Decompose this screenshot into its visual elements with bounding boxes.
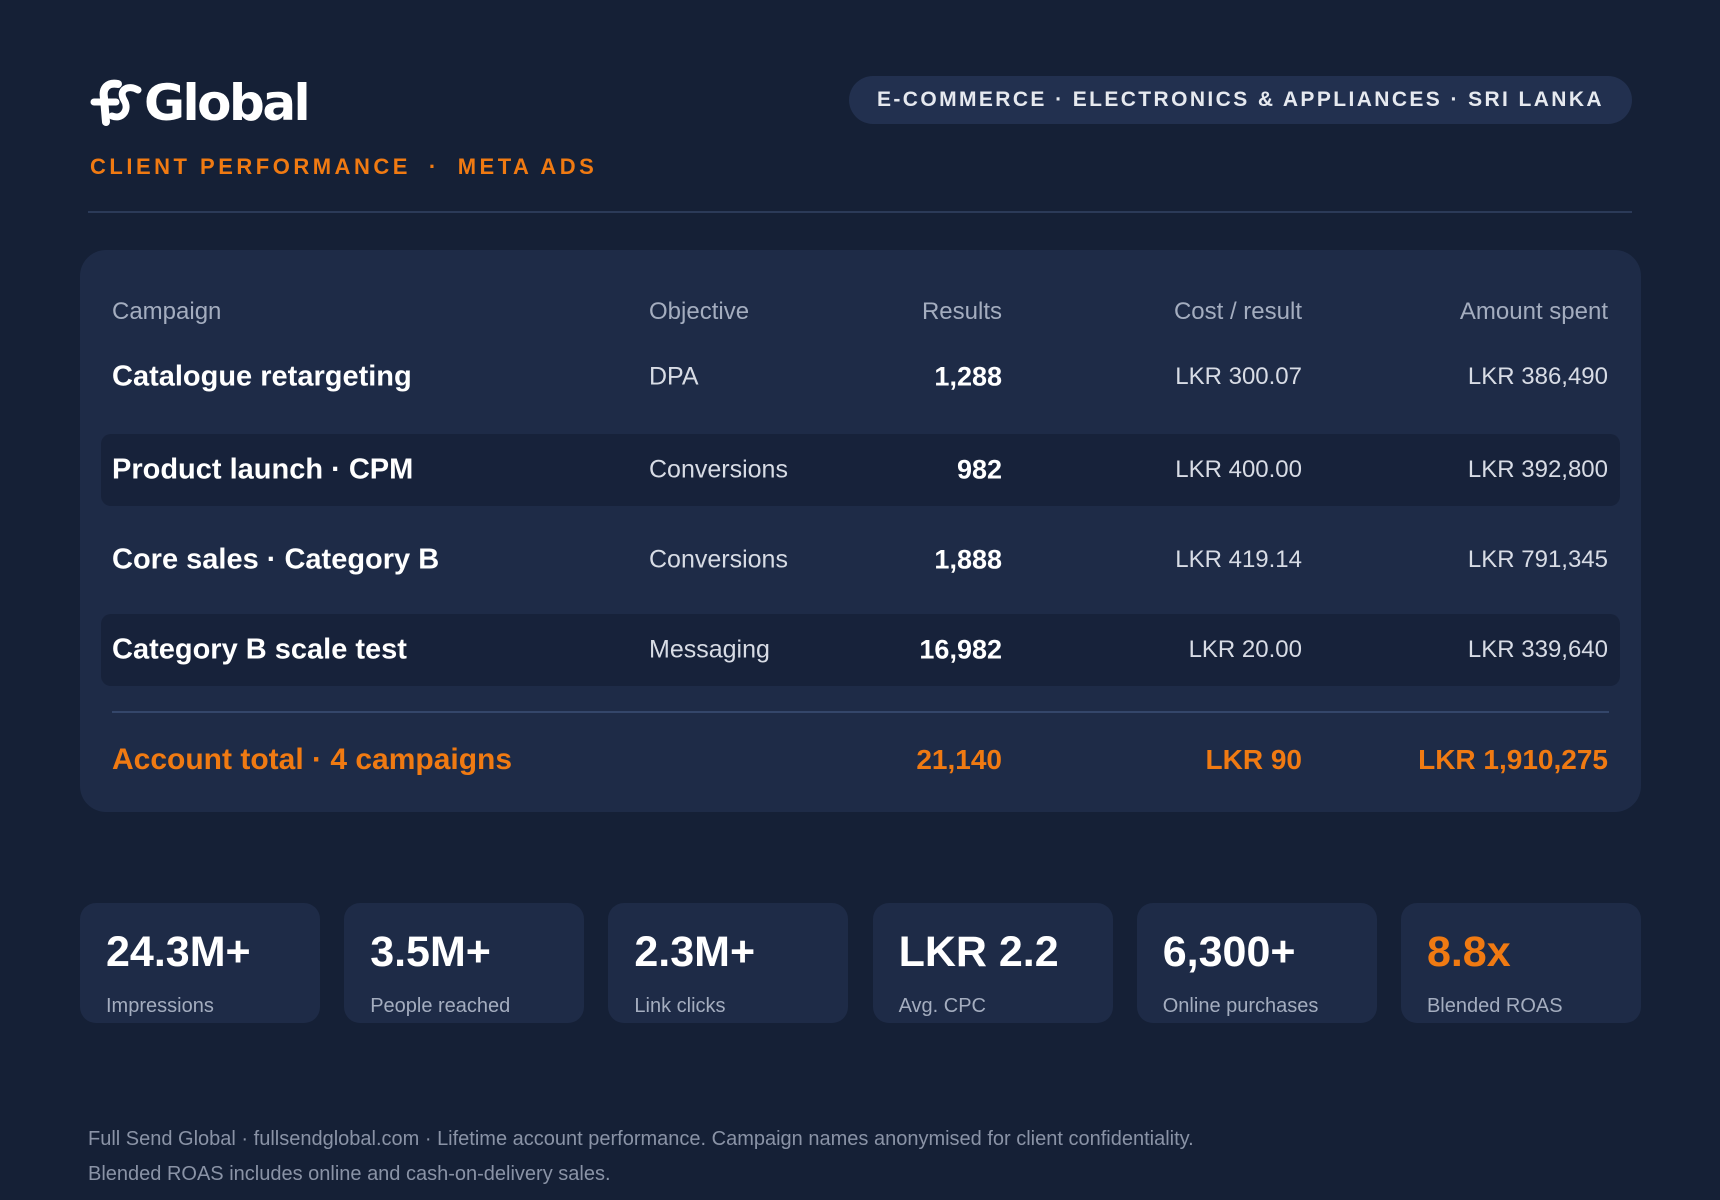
report-header: Global CLIENT PERFORMANCE · META ADS E-COM… [88,70,1632,212]
campaign-results: 1,288 [934,361,1002,392]
header-divider [88,211,1632,213]
campaign-results: 1,888 [934,544,1002,575]
kpi-link-clicks: 2.3M+ Link clicks [608,903,849,1023]
kpi-label: Avg. CPC [898,995,987,1017]
table-row: Catalogue retargeting DPA 1,288 LKR 300.… [101,341,1620,413]
campaign-results: 982 [956,454,1002,485]
report-subtitle: CLIENT PERFORMANCE · META ADS [90,154,597,180]
campaign-results: 16,982 [919,634,1002,665]
campaign-amount-spent: LKR 791,345 [1467,546,1608,573]
campaign-objective: Messaging [649,635,770,664]
total-results: 21,140 [916,744,1002,775]
campaign-name: Product launch · CPM [112,453,414,486]
subtitle-separator: · [428,154,440,179]
footer-line-2: Blended ROAS includes online and cash-on… [88,1163,611,1185]
campaign-amount-spent: LKR 339,640 [1467,636,1608,663]
kpi-value: LKR 2.2 [898,928,1059,976]
header-objective: Objective [649,298,750,325]
total-label: Account total · 4 campaigns [112,743,513,776]
campaign-objective: Conversions [649,455,788,484]
campaign-name: Core sales · Category B [112,543,440,576]
total-amount-spent: LKR 1,910,275 [1418,744,1608,775]
campaign-objective: DPA [649,362,699,391]
campaign-cost-per-result: LKR 20.00 [1188,636,1302,663]
kpi-blended-roas: 8.8x Blended ROAS [1400,903,1641,1023]
footer-notes: Full Send Global · fullsendglobal.com · … [88,1122,1648,1192]
footer-line-1: Full Send Global · fullsendglobal.com · … [88,1128,1194,1150]
campaign-cost-per-result: LKR 300.07 [1175,363,1302,390]
fsg-logo-icon [90,79,142,126]
kpi-impressions: 24.3M+ Impressions [80,903,320,1023]
kpi-people-reached: 3.5M+ People reached [344,903,585,1023]
campaign-name: Category B scale test [112,633,407,666]
table-row: Category B scale test Messaging 16,982 L… [101,614,1620,686]
industry-badge: E-COMMERCE · ELECTRONICS & APPLIANCES · … [849,76,1632,124]
kpi-online-purchases: 6,300+ Online purchases [1136,903,1377,1023]
header-results: Results [921,298,1002,325]
kpi-value: 24.3M+ [106,928,251,976]
subtitle-performance: CLIENT PERFORMANCE [90,154,411,179]
campaign-cost-per-result: LKR 419.14 [1175,546,1302,573]
kpi-label: Link clicks [634,995,726,1017]
header-amount-spent: Amount spent [1459,298,1608,325]
campaign-objective: Conversions [649,545,788,574]
total-cost-per-result: LKR 90 [1205,744,1302,775]
kpi-value: 6,300+ [1162,928,1296,976]
kpi-label: Impressions [106,995,214,1017]
kpi-value: 2.3M+ [634,928,756,976]
kpi-label: Online purchases [1162,995,1319,1017]
kpi-value: 8.8x [1426,928,1511,976]
kpi-label: Blended ROAS [1426,995,1563,1017]
campaign-table: Campaign Objective Results Cost / result… [80,250,1641,812]
kpi-label: People reached [370,995,511,1017]
kpi-cards: 24.3M+ Impressions 3.5M+ People reached … [80,903,1641,1023]
header-cost-per-result: Cost / result [1173,298,1302,325]
kpi-avg-cpc: LKR 2.2 Avg. CPC [872,903,1113,1023]
campaign-name: Catalogue retargeting [112,360,412,393]
logo-text: Global [144,74,311,132]
header-campaign: Campaign [112,298,222,325]
table-row: Product launch · CPM Conversions 982 LKR… [101,434,1620,506]
total-divider [112,711,1609,713]
table-row: Core sales · Category B Conversions 1,88… [101,524,1620,596]
campaign-amount-spent: LKR 392,800 [1467,456,1608,483]
campaign-cost-per-result: LKR 400.00 [1175,456,1302,483]
kpi-value: 3.5M+ [370,928,491,976]
table-header-row: Campaign Objective Results Cost / result… [80,298,1641,330]
subtitle-platform: META ADS [457,154,598,179]
brand-logo: Global [88,70,311,136]
campaign-amount-spent: LKR 386,490 [1467,363,1608,390]
account-total-row: Account total · 4 campaigns 21,140 LKR 9… [80,730,1641,790]
